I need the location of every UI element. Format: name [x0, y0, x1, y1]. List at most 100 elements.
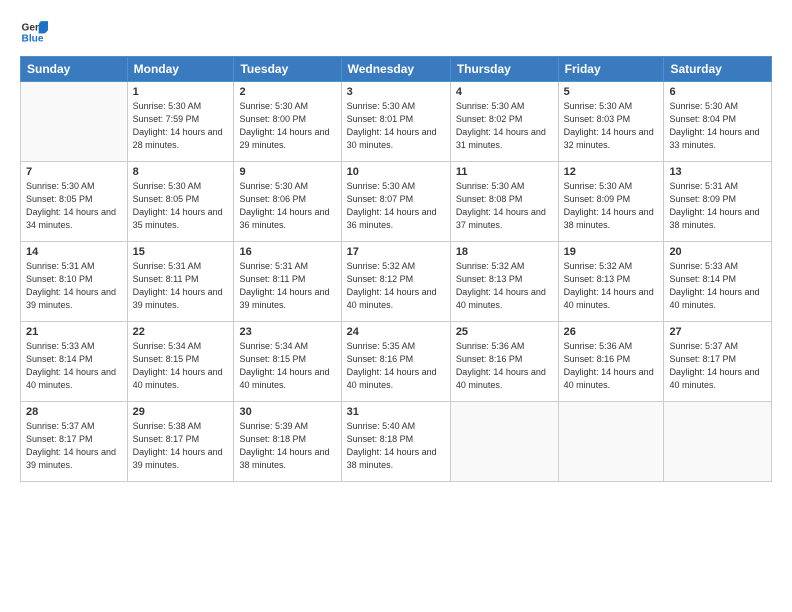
day-number: 23 — [239, 326, 335, 338]
cell-text: Sunrise: 5:33 AMSunset: 8:14 PMDaylight:… — [669, 261, 759, 310]
calendar-cell: 24 Sunrise: 5:35 AMSunset: 8:16 PMDayligh… — [341, 322, 450, 402]
cell-text: Sunrise: 5:30 AMSunset: 8:07 PMDaylight:… — [347, 181, 437, 230]
logo: General Blue — [20, 18, 52, 46]
weekday-header-tuesday: Tuesday — [234, 57, 341, 82]
calendar-cell: 16 Sunrise: 5:31 AMSunset: 8:11 PMDayligh… — [234, 242, 341, 322]
cell-text: Sunrise: 5:30 AMSunset: 8:09 PMDaylight:… — [564, 181, 654, 230]
day-number: 22 — [133, 326, 229, 338]
cell-text: Sunrise: 5:31 AMSunset: 8:11 PMDaylight:… — [239, 261, 329, 310]
cell-text: Sunrise: 5:31 AMSunset: 8:10 PMDaylight:… — [26, 261, 116, 310]
calendar-cell: 20 Sunrise: 5:33 AMSunset: 8:14 PMDayligh… — [664, 242, 772, 322]
calendar-cell: 19 Sunrise: 5:32 AMSunset: 8:13 PMDayligh… — [558, 242, 664, 322]
calendar-cell — [450, 402, 558, 482]
weekday-header-wednesday: Wednesday — [341, 57, 450, 82]
weekday-header-monday: Monday — [127, 57, 234, 82]
day-number: 9 — [239, 166, 335, 178]
calendar-cell: 11 Sunrise: 5:30 AMSunset: 8:08 PMDayligh… — [450, 162, 558, 242]
cell-text: Sunrise: 5:30 AMSunset: 8:08 PMDaylight:… — [456, 181, 546, 230]
calendar-cell — [21, 82, 128, 162]
cell-text: Sunrise: 5:37 AMSunset: 8:17 PMDaylight:… — [26, 421, 116, 470]
calendar-cell: 13 Sunrise: 5:31 AMSunset: 8:09 PMDayligh… — [664, 162, 772, 242]
calendar-cell: 14 Sunrise: 5:31 AMSunset: 8:10 PMDayligh… — [21, 242, 128, 322]
day-number: 5 — [564, 86, 659, 98]
header: General Blue — [20, 18, 772, 46]
calendar-cell: 1 Sunrise: 5:30 AMSunset: 7:59 PMDaylight… — [127, 82, 234, 162]
day-number: 12 — [564, 166, 659, 178]
calendar-week-2: 7 Sunrise: 5:30 AMSunset: 8:05 PMDaylight… — [21, 162, 772, 242]
calendar-cell: 31Sunrise: 5:40 AMSunset: 8:18 PMDayligh… — [341, 402, 450, 482]
cell-text: Sunrise: 5:34 AMSunset: 8:15 PMDaylight:… — [239, 341, 329, 390]
day-number: 11 — [456, 166, 553, 178]
calendar-cell: 22 Sunrise: 5:34 AMSunset: 8:15 PMDayligh… — [127, 322, 234, 402]
day-number: 24 — [347, 326, 445, 338]
calendar-cell: 10 Sunrise: 5:30 AMSunset: 8:07 PMDayligh… — [341, 162, 450, 242]
cell-text: Sunrise: 5:32 AMSunset: 8:12 PMDaylight:… — [347, 261, 437, 310]
calendar-cell: 12 Sunrise: 5:30 AMSunset: 8:09 PMDayligh… — [558, 162, 664, 242]
day-number: 6 — [669, 86, 766, 98]
calendar-cell: 7Sunrise: 5:30 AMSunset: 8:05 PMDaylight… — [21, 162, 128, 242]
calendar-cell: 4 Sunrise: 5:30 AMSunset: 8:02 PMDaylight… — [450, 82, 558, 162]
calendar-cell — [558, 402, 664, 482]
day-number: 28 — [26, 406, 122, 418]
cell-text: Sunrise: 5:30 AMSunset: 7:59 PMDaylight:… — [133, 101, 223, 150]
calendar-cell: 8Sunrise: 5:30 AMSunset: 8:05 PMDaylight… — [127, 162, 234, 242]
calendar-week-4: 21 Sunrise: 5:33 AMSunset: 8:14 PMDayligh… — [21, 322, 772, 402]
calendar-cell: 5 Sunrise: 5:30 AMSunset: 8:03 PMDaylight… — [558, 82, 664, 162]
calendar-cell: 27 Sunrise: 5:37 AMSunset: 8:17 PMDayligh… — [664, 322, 772, 402]
calendar-cell: 23 Sunrise: 5:34 AMSunset: 8:15 PMDayligh… — [234, 322, 341, 402]
cell-text: Sunrise: 5:36 AMSunset: 8:16 PMDaylight:… — [564, 341, 654, 390]
calendar-cell: 3 Sunrise: 5:30 AMSunset: 8:01 PMDaylight… — [341, 82, 450, 162]
day-number: 17 — [347, 246, 445, 258]
cell-text: Sunrise: 5:30 AMSunset: 8:03 PMDaylight:… — [564, 101, 654, 150]
cell-text: Sunrise: 5:30 AMSunset: 8:05 PMDaylight:… — [133, 181, 223, 230]
cell-text: Sunrise: 5:30 AMSunset: 8:06 PMDaylight:… — [239, 181, 329, 230]
weekday-header-friday: Friday — [558, 57, 664, 82]
calendar-cell: 15Sunrise: 5:31 AMSunset: 8:11 PMDayligh… — [127, 242, 234, 322]
svg-text:Blue: Blue — [22, 33, 44, 44]
cell-text: Sunrise: 5:32 AMSunset: 8:13 PMDaylight:… — [564, 261, 654, 310]
day-number: 7 — [26, 166, 122, 178]
day-number: 18 — [456, 246, 553, 258]
weekday-header-row: SundayMondayTuesdayWednesdayThursdayFrid… — [21, 57, 772, 82]
weekday-header-sunday: Sunday — [21, 57, 128, 82]
day-number: 16 — [239, 246, 335, 258]
day-number: 30 — [239, 406, 335, 418]
cell-text: Sunrise: 5:30 AMSunset: 8:00 PMDaylight:… — [239, 101, 329, 150]
cell-text: Sunrise: 5:32 AMSunset: 8:13 PMDaylight:… — [456, 261, 546, 310]
cell-text: Sunrise: 5:37 AMSunset: 8:17 PMDaylight:… — [669, 341, 759, 390]
day-number: 20 — [669, 246, 766, 258]
calendar-cell: 21 Sunrise: 5:33 AMSunset: 8:14 PMDayligh… — [21, 322, 128, 402]
day-number: 31 — [347, 406, 445, 418]
day-number: 10 — [347, 166, 445, 178]
cell-text: Sunrise: 5:34 AMSunset: 8:15 PMDaylight:… — [133, 341, 223, 390]
day-number: 25 — [456, 326, 553, 338]
calendar-cell: 18 Sunrise: 5:32 AMSunset: 8:13 PMDayligh… — [450, 242, 558, 322]
day-number: 1 — [133, 86, 229, 98]
day-number: 3 — [347, 86, 445, 98]
cell-text: Sunrise: 5:39 AMSunset: 8:18 PMDaylight:… — [239, 421, 329, 470]
calendar-cell — [664, 402, 772, 482]
calendar-week-3: 14 Sunrise: 5:31 AMSunset: 8:10 PMDayligh… — [21, 242, 772, 322]
calendar-cell: 2 Sunrise: 5:30 AMSunset: 8:00 PMDaylight… — [234, 82, 341, 162]
day-number: 26 — [564, 326, 659, 338]
cell-text: Sunrise: 5:30 AMSunset: 8:01 PMDaylight:… — [347, 101, 437, 150]
cell-text: Sunrise: 5:31 AMSunset: 8:09 PMDaylight:… — [669, 181, 759, 230]
cell-text: Sunrise: 5:35 AMSunset: 8:16 PMDaylight:… — [347, 341, 437, 390]
day-number: 13 — [669, 166, 766, 178]
day-number: 27 — [669, 326, 766, 338]
weekday-header-saturday: Saturday — [664, 57, 772, 82]
day-number: 21 — [26, 326, 122, 338]
day-number: 4 — [456, 86, 553, 98]
calendar-week-5: 28 Sunrise: 5:37 AMSunset: 8:17 PMDayligh… — [21, 402, 772, 482]
calendar-table: SundayMondayTuesdayWednesdayThursdayFrid… — [20, 56, 772, 482]
cell-text: Sunrise: 5:33 AMSunset: 8:14 PMDaylight:… — [26, 341, 116, 390]
day-number: 19 — [564, 246, 659, 258]
cell-text: Sunrise: 5:36 AMSunset: 8:16 PMDaylight:… — [456, 341, 546, 390]
cell-text: Sunrise: 5:38 AMSunset: 8:17 PMDaylight:… — [133, 421, 223, 470]
day-number: 14 — [26, 246, 122, 258]
calendar-cell: 25 Sunrise: 5:36 AMSunset: 8:16 PMDayligh… — [450, 322, 558, 402]
cell-text: Sunrise: 5:30 AMSunset: 8:02 PMDaylight:… — [456, 101, 546, 150]
weekday-header-thursday: Thursday — [450, 57, 558, 82]
day-number: 2 — [239, 86, 335, 98]
day-number: 29 — [133, 406, 229, 418]
